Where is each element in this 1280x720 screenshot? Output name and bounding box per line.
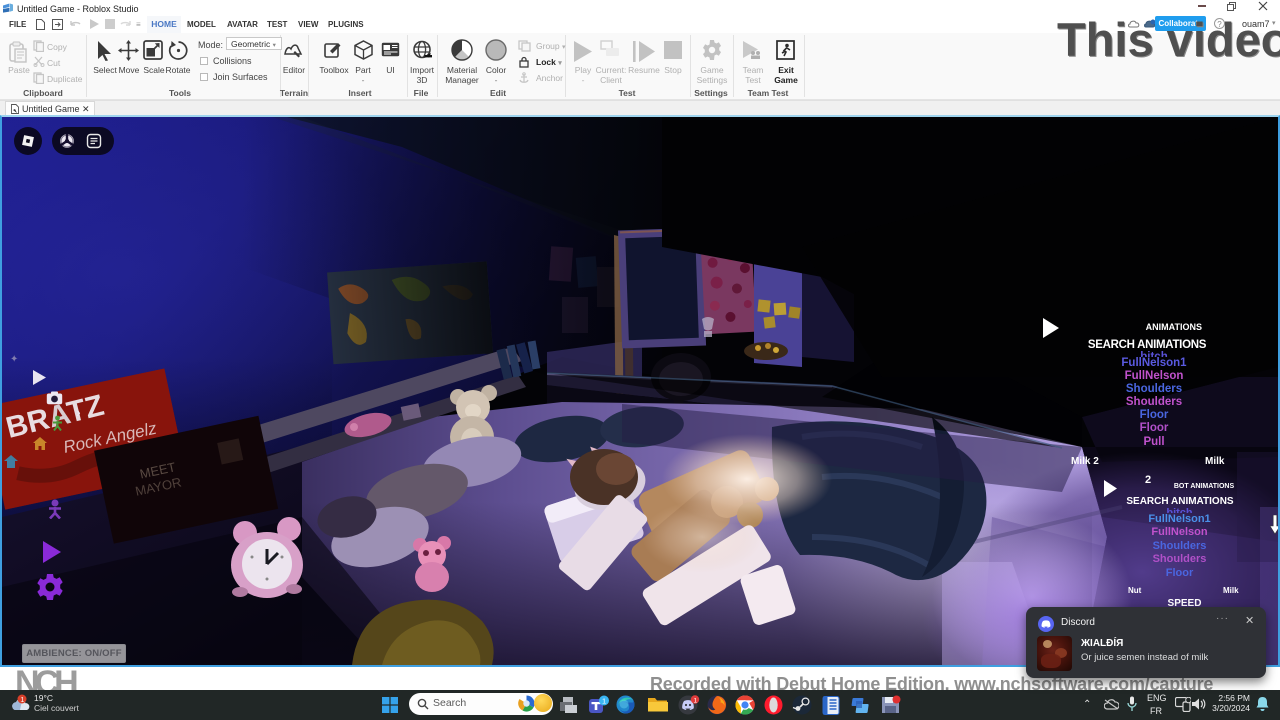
svg-text:1: 1 bbox=[694, 697, 698, 704]
svg-text:1: 1 bbox=[20, 697, 24, 704]
svg-text:1: 1 bbox=[602, 697, 606, 706]
